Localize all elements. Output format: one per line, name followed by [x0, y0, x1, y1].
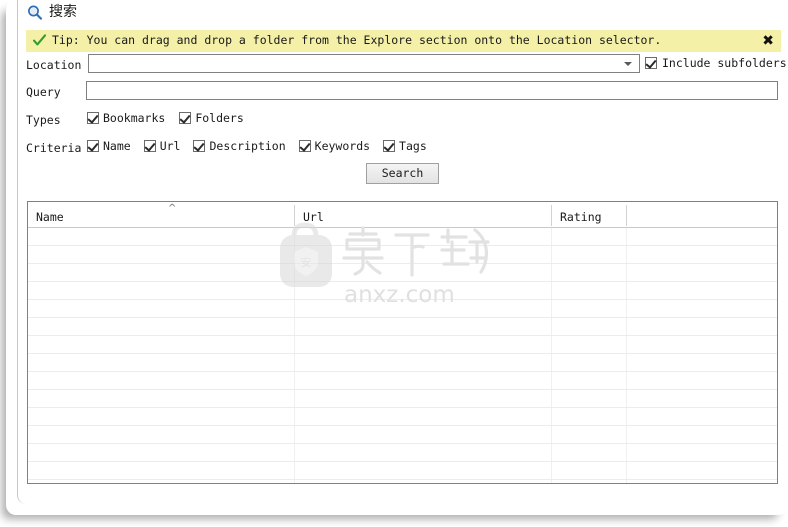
checkbox-url-label: Url: [159, 139, 181, 153]
checkbox-description[interactable]: Description: [193, 139, 286, 153]
green-check-icon: [32, 33, 47, 48]
checkbox-keywords-box[interactable]: [298, 140, 311, 152]
magnifier-icon: [26, 4, 44, 22]
checkbox-bookmarks-box[interactable]: [87, 112, 99, 124]
row-separator: [28, 389, 777, 390]
criteria-checkbox-group: Name Url Description Keywords Tags: [87, 139, 427, 153]
location-label: Location: [26, 58, 82, 72]
table-body[interactable]: [28, 228, 777, 483]
column-header-name[interactable]: Name: [28, 202, 294, 228]
page-title: 搜索: [49, 4, 77, 20]
body-column-divider: [551, 228, 552, 483]
include-subfolders-checkbox[interactable]: Include subfolders: [645, 56, 787, 70]
row-separator: [28, 443, 777, 444]
row-separator: [28, 425, 777, 426]
checkbox-keywords-label: Keywords: [314, 139, 371, 153]
row-separator: [28, 317, 777, 318]
checkbox-tags-box[interactable]: [383, 140, 396, 152]
row-separator: [28, 479, 777, 480]
row-separator: [28, 461, 777, 462]
row-separator: [28, 299, 777, 300]
tip-message: Tip: You can drag and drop a folder from…: [52, 33, 662, 47]
checkbox-url[interactable]: Url: [143, 139, 181, 153]
checkbox-name[interactable]: Name: [87, 139, 131, 153]
checkbox-folders-label: Folders: [195, 111, 244, 125]
column-header-extra[interactable]: [627, 202, 777, 228]
search-button[interactable]: Search: [366, 163, 439, 184]
tip-bar: Tip: You can drag and drop a folder from…: [26, 30, 781, 52]
checkbox-description-label: Description: [209, 139, 286, 153]
types-label: Types: [26, 113, 61, 127]
checkbox-tags-label: Tags: [399, 139, 427, 153]
body-column-divider: [626, 228, 627, 483]
sort-ascending-icon: ^: [168, 203, 177, 214]
include-subfolders-box[interactable]: [645, 57, 657, 69]
checkbox-description-box[interactable]: [193, 140, 206, 152]
checkbox-keywords[interactable]: Keywords: [298, 139, 371, 153]
title-bar: 搜索: [18, 0, 788, 29]
checkbox-folders[interactable]: Folders: [179, 111, 244, 125]
table-header-row: Name ^ Url Rating: [28, 202, 777, 228]
column-header-url[interactable]: Url: [295, 202, 551, 228]
body-column-divider: [294, 228, 295, 483]
checkbox-url-box[interactable]: [143, 140, 156, 152]
row-separator: [28, 281, 777, 282]
checkbox-folders-box[interactable]: [179, 112, 192, 124]
results-table: Name ^ Url Rating: [27, 201, 778, 484]
checkbox-bookmarks-label: Bookmarks: [103, 111, 166, 125]
query-input[interactable]: [86, 81, 778, 100]
row-separator: [28, 263, 777, 264]
include-subfolders-label: Include subfolders: [662, 56, 787, 70]
checkbox-name-label: Name: [103, 139, 131, 153]
row-separator: [28, 407, 777, 408]
query-label: Query: [26, 85, 61, 99]
checkbox-bookmarks[interactable]: Bookmarks: [87, 111, 165, 125]
row-separator: [28, 371, 777, 372]
location-input[interactable]: [88, 54, 640, 73]
row-separator: [28, 335, 777, 336]
column-header-rating[interactable]: Rating: [552, 202, 626, 228]
screen: 搜索 Tip: You can drag and drop a folder f…: [0, 0, 788, 527]
row-separator: [28, 353, 777, 354]
close-icon[interactable]: ✖: [762, 32, 774, 50]
row-separator: [28, 245, 777, 246]
criteria-label: Criteria: [26, 141, 82, 155]
chevron-down-icon[interactable]: [619, 56, 638, 73]
checkbox-tags[interactable]: Tags: [383, 139, 427, 153]
checkbox-name-box[interactable]: [87, 140, 99, 152]
types-checkbox-group: Bookmarks Folders: [87, 111, 244, 125]
search-dialog-window: 搜索 Tip: You can drag and drop a folder f…: [17, 0, 788, 504]
